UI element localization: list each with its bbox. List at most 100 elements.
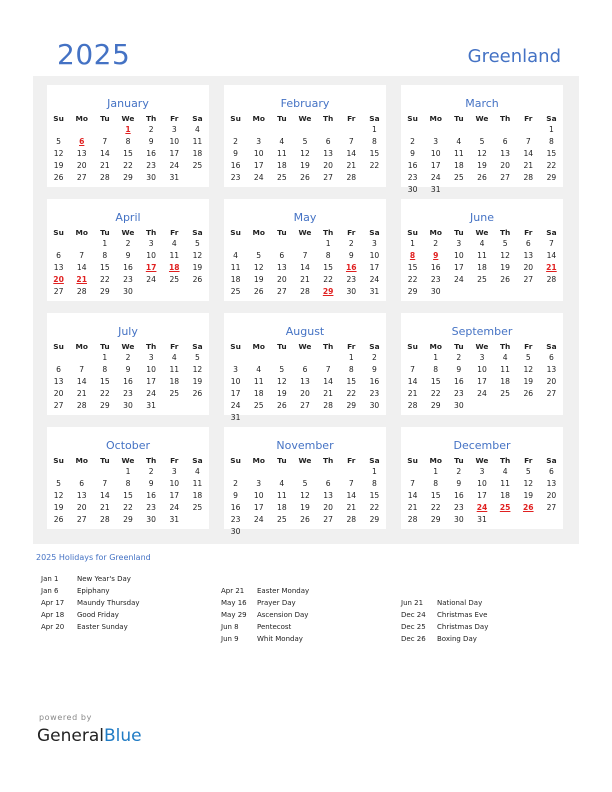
month-december: December Su Mo Tu We Th Fr Sa 1 2 3 4 5 6 7 8 9 10 11 12 13 1… <box>401 427 563 529</box>
day-cell: 30 <box>123 401 133 410</box>
empty-cell <box>47 124 70 136</box>
empty-cell <box>317 352 340 364</box>
day-cell: 3 <box>256 137 262 146</box>
day-cell: 30 <box>123 287 133 296</box>
day-cell: 27 <box>323 515 333 524</box>
month-table: Su Mo Tu We Th Fr Sa 1 2 3 4 5 6 7 8 9 10 11 12 13 14 15 16 17 1… <box>401 226 563 298</box>
day-cell: 26 <box>53 173 64 182</box>
day-cell: 11 <box>500 365 510 374</box>
month-table: Su Mo Tu We Th Fr Sa 1 2 3 4 5 6 7 8 9 10 11 12 13 14 15 16 17 1… <box>224 340 386 424</box>
day-cell: 22 <box>407 275 418 284</box>
day-cell: 23 <box>454 389 464 398</box>
holiday-date: May 29 <box>221 611 247 619</box>
day-cell: 7 <box>325 365 331 374</box>
day-cell: 19 <box>53 503 64 512</box>
day-cell: 23 <box>346 275 357 284</box>
empty-cell <box>224 352 247 364</box>
weekday-header: Mo <box>75 455 88 465</box>
holiday-name: Easter Monday <box>257 587 310 595</box>
day-cell: 12 <box>477 149 487 158</box>
day-cell: 30 <box>454 401 464 410</box>
day-cell: 3 <box>456 239 462 248</box>
empty-cell <box>93 466 116 478</box>
weekday-header: Tu <box>454 113 464 123</box>
weekday-header: Sa <box>546 455 557 465</box>
month-may: May Su Mo Tu We Th Fr Sa 1 2 3 4 5 6 7 8 9 10 11 12 13 14 15 16… <box>224 199 386 301</box>
day-cell: 13 <box>53 263 64 272</box>
day-cell: 5 <box>195 353 200 362</box>
day-cell: 2 <box>456 467 462 476</box>
weekday-header: Sa <box>546 113 557 123</box>
day-cell: 27 <box>300 401 310 410</box>
empty-cell <box>540 514 563 526</box>
empty-cell <box>317 466 340 478</box>
holiday-name: Prayer Day <box>257 599 296 607</box>
day-cell: 15 <box>546 149 557 158</box>
day-cell: 15 <box>407 263 418 272</box>
weekday-header: Th <box>499 113 511 123</box>
day-cell: 5 <box>56 479 61 488</box>
day-cell: 14 <box>523 149 534 158</box>
day-cell: 18 <box>230 275 241 284</box>
day-cell: 10 <box>253 149 264 158</box>
day-cell: 13 <box>523 251 534 260</box>
day-cell: 22 <box>100 389 110 398</box>
weekday-header: Sa <box>369 227 380 237</box>
weekday-header: Mo <box>252 227 265 237</box>
weekday-header: Th <box>145 227 157 237</box>
empty-cell <box>70 352 93 364</box>
month-march: March Su Mo Tu We Th Fr Sa 1 2 3 4 5 6 7 8 9 10 11 12 13 14 15… <box>401 85 563 194</box>
brand-general: General <box>37 726 104 746</box>
weekday-header: Th <box>322 227 334 237</box>
day-cell: 5 <box>256 251 262 260</box>
month-june: June Su Mo Tu We Th Fr Sa 1 2 3 4 5 6 7 8 9 10 11 12 13 14 15 1… <box>401 199 563 301</box>
day-cell: 11 <box>169 365 180 374</box>
day-cell: 12 <box>277 377 287 386</box>
holiday-date: Apr 18 <box>41 611 65 619</box>
empty-cell <box>517 184 540 196</box>
day-cell: 14 <box>76 377 87 386</box>
weekday-header: We <box>475 341 489 351</box>
day-cell: 5 <box>302 479 308 488</box>
day-cell: 4 <box>479 239 485 248</box>
holiday-day-cell: 18 <box>168 263 180 272</box>
day-cell: 19 <box>192 377 203 386</box>
holiday-day-cell: 24 <box>476 503 488 512</box>
month-title: May <box>293 211 317 224</box>
weekday-header: Su <box>407 341 418 351</box>
month-title: September <box>451 325 513 338</box>
empty-cell <box>93 124 116 136</box>
weekday-header: Tu <box>454 341 464 351</box>
day-cell: 29 <box>346 401 357 410</box>
empty-cell <box>163 286 186 298</box>
empty-cell <box>186 286 209 298</box>
day-cell: 17 <box>430 161 441 170</box>
empty-cell <box>494 184 517 196</box>
day-cell: 26 <box>500 275 510 284</box>
day-cell: 11 <box>277 491 287 500</box>
day-cell: 28 <box>76 401 87 410</box>
day-cell: 4 <box>256 365 262 374</box>
day-cell: 20 <box>76 161 87 170</box>
generalblue-logo: GeneralBlue <box>37 726 142 746</box>
day-cell: 10 <box>230 377 241 386</box>
day-cell: 29 <box>100 401 110 410</box>
day-cell: 10 <box>454 251 464 260</box>
month-title: February <box>280 97 330 110</box>
day-cell: 14 <box>100 149 110 158</box>
day-cell: 11 <box>192 137 203 146</box>
day-cell: 25 <box>192 503 203 512</box>
day-cell: 13 <box>277 263 287 272</box>
day-cell: 2 <box>372 353 377 362</box>
day-cell: 23 <box>123 389 133 398</box>
day-cell: 25 <box>192 161 203 170</box>
weekday-header: Su <box>230 341 241 351</box>
weekday-header: Th <box>145 341 157 351</box>
day-cell: 5 <box>56 137 61 146</box>
day-cell: 15 <box>123 491 133 500</box>
day-cell: 24 <box>430 173 441 182</box>
weekday-header: Tu <box>100 455 110 465</box>
day-cell: 19 <box>500 263 510 272</box>
day-cell: 12 <box>192 251 203 260</box>
day-cell: 3 <box>171 125 177 134</box>
